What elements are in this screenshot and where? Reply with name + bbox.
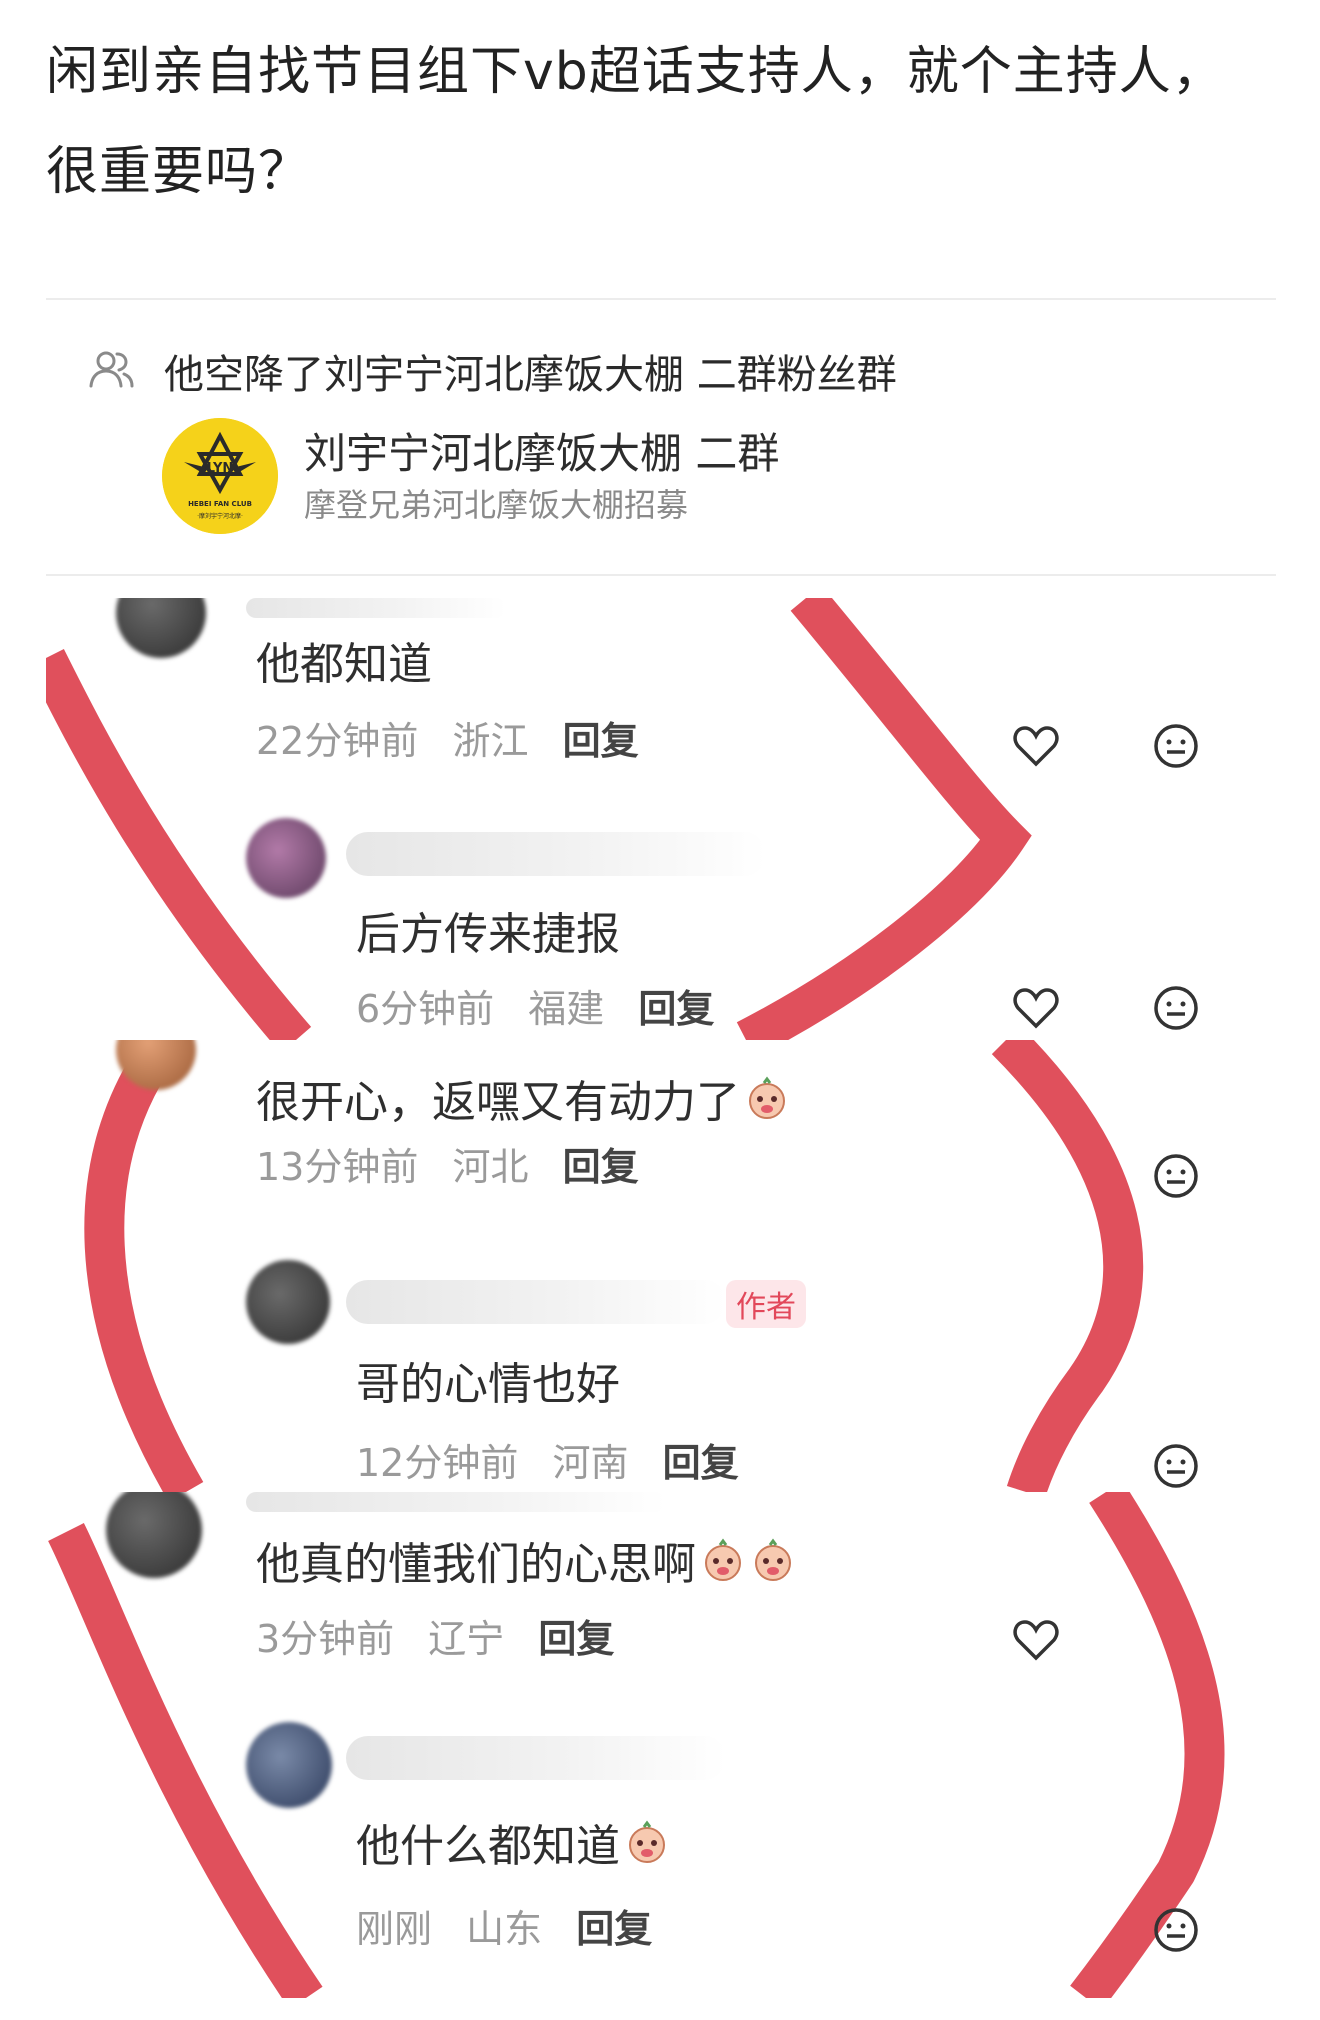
- blushing-emoji-icon: [624, 1819, 670, 1865]
- group-logo[interactable]: LYN HEBEI FAN CLUB ·摩刘宇宁河北摩·: [162, 418, 278, 534]
- emoji-face-icon[interactable]: [1150, 720, 1202, 772]
- comment-text: 他什么都知道: [356, 1810, 670, 1874]
- emoji-face-icon[interactable]: [1150, 982, 1202, 1034]
- comment-screenshot-3: 他真的懂我们的心思啊 3分钟前 辽宁 回复 他什么都知道 刚刚 山东 回复: [46, 1492, 1276, 1998]
- comment-text-content: 很开心，返嘿又有动力了: [256, 1077, 740, 1128]
- comment-text: 他都知道: [256, 639, 432, 690]
- comment-item: 后方传来捷报 6分钟前 福建 回复: [46, 818, 1276, 1031]
- comment-item: 很开心，返嘿又有动力了 13分钟前 河北 回复: [46, 1040, 1276, 1240]
- username-blurred: [246, 1492, 666, 1512]
- comment-time: 12分钟前: [356, 1441, 519, 1485]
- group-description: 摩登兄弟河北摩饭大棚招募: [304, 486, 689, 524]
- comment-location: 福建: [528, 987, 605, 1031]
- comment-screenshot-1: 他都知道 22分钟前 浙江 回复 后方传来捷报 6分钟前 福建 回复: [46, 598, 1276, 1040]
- comment-meta: 刚刚 山东 回复: [356, 1898, 674, 1953]
- reply-button[interactable]: 回复: [563, 1145, 639, 1189]
- group-line: 他空降了刘宇宁河北摩饭大棚 二群粉丝群: [86, 342, 897, 400]
- username-blurred: [346, 1736, 726, 1780]
- comment-text: 很开心，返嘿又有动力了: [256, 1066, 790, 1130]
- comment-meta: 3分钟前 辽宁 回复: [256, 1608, 636, 1663]
- username-blurred: [346, 1280, 726, 1324]
- comment-location: 河南: [552, 1441, 629, 1485]
- comment-item: 他都知道 22分钟前 浙江 回复: [46, 598, 1276, 798]
- group-people-icon: [86, 344, 164, 398]
- comment-time: 刚刚: [356, 1907, 433, 1951]
- post-title: 闲到亲自找节目组下vb超话支持人，就个主持人，很重要吗？: [46, 42, 1225, 202]
- comment-meta: 22分钟前 浙江 回复: [256, 710, 661, 765]
- reply-button[interactable]: 回复: [638, 987, 714, 1031]
- comment-meta: 12分钟前 河南 回复: [356, 1432, 761, 1487]
- comment-screenshot-2: 很开心，返嘿又有动力了 13分钟前 河北 回复 作者 哥的心情也好 12分钟前 …: [46, 1040, 1276, 1492]
- reply-button[interactable]: 回复: [576, 1907, 652, 1951]
- heart-icon[interactable]: [1010, 982, 1062, 1034]
- username-blurred: [346, 832, 766, 876]
- blushing-emoji-icon: [700, 1537, 746, 1583]
- comment-item: 他真的懂我们的心思啊 3分钟前 辽宁 回复: [46, 1492, 1276, 1692]
- divider: [46, 574, 1276, 576]
- avatar[interactable]: [246, 1260, 330, 1344]
- svg-text:·摩刘宇宁河北摩·: ·摩刘宇宁河北摩·: [197, 512, 243, 520]
- reply-button[interactable]: 回复: [538, 1617, 614, 1661]
- comment-text: 他真的懂我们的心思啊: [256, 1528, 796, 1592]
- comment-text: 后方传来捷报: [356, 909, 620, 960]
- comment-location: 浙江: [452, 719, 529, 763]
- heart-icon[interactable]: [1010, 1614, 1062, 1666]
- comment-meta: 13分钟前 河北 回复: [256, 1136, 661, 1191]
- comment-text-content: 他什么都知道: [356, 1821, 620, 1872]
- comment-location: 山东: [466, 1907, 543, 1951]
- comment-location: 辽宁: [428, 1617, 505, 1661]
- comment-item: 他什么都知道 刚刚 山东 回复: [46, 1722, 1276, 1952]
- reply-button[interactable]: 回复: [563, 719, 639, 763]
- group-line-text: 他空降了刘宇宁河北摩饭大棚 二群粉丝群: [164, 352, 897, 398]
- reply-button[interactable]: 回复: [663, 1441, 739, 1485]
- comment-time: 13分钟前: [256, 1145, 419, 1189]
- comment-meta: 6分钟前 福建 回复: [356, 978, 736, 1033]
- blushing-emoji-icon: [744, 1075, 790, 1121]
- comment-time: 22分钟前: [256, 719, 419, 763]
- group-share-card[interactable]: 他空降了刘宇宁河北摩饭大棚 二群粉丝群 LYN HEBEI FAN CLUB ·…: [46, 300, 1276, 576]
- avatar[interactable]: [246, 1722, 332, 1808]
- comment-text-content: 他真的懂我们的心思啊: [256, 1539, 696, 1590]
- group-name: 刘宇宁河北摩饭大棚 二群: [304, 429, 780, 478]
- username-blurred: [246, 598, 506, 618]
- avatar[interactable]: [246, 818, 326, 898]
- comment-time: 3分钟前: [256, 1617, 395, 1661]
- comment-time: 6分钟前: [356, 987, 495, 1031]
- avatar[interactable]: [116, 1040, 196, 1090]
- avatar[interactable]: [106, 1492, 202, 1578]
- blushing-emoji-icon: [750, 1537, 796, 1583]
- svg-text:HEBEI FAN CLUB: HEBEI FAN CLUB: [188, 500, 252, 508]
- svg-text:LYN: LYN: [207, 461, 234, 476]
- emoji-face-icon[interactable]: [1150, 1440, 1202, 1492]
- emoji-face-icon[interactable]: [1150, 1150, 1202, 1202]
- author-badge: 作者: [726, 1280, 806, 1328]
- comment-location: 河北: [452, 1145, 529, 1189]
- comment-item: 作者 哥的心情也好 12分钟前 河南 回复: [46, 1260, 1276, 1488]
- heart-icon[interactable]: [1010, 720, 1062, 772]
- avatar[interactable]: [116, 598, 206, 658]
- comment-text: 哥的心情也好: [356, 1359, 620, 1410]
- emoji-face-icon[interactable]: [1150, 1904, 1202, 1956]
